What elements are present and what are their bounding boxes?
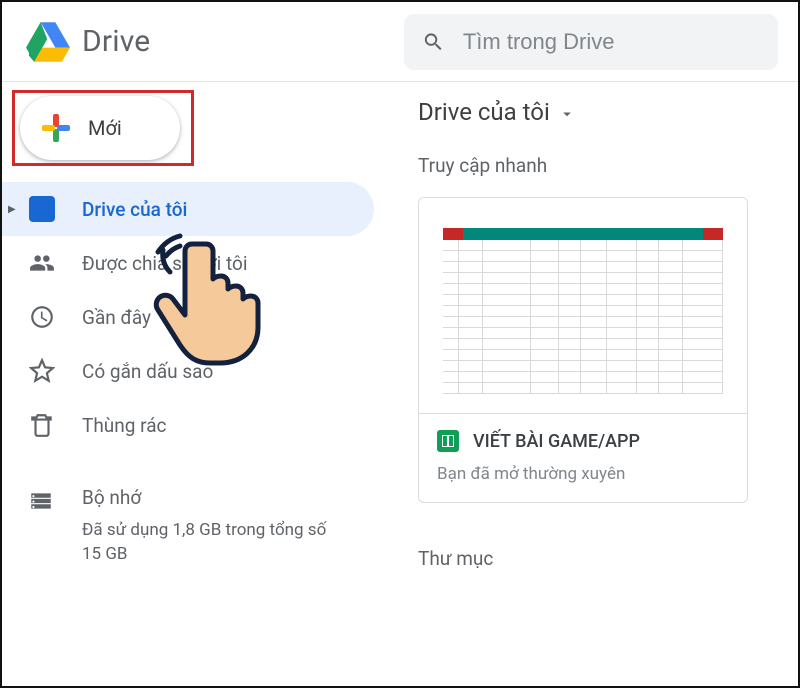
sidebar-item-storage[interactable]: Bộ nhớ Đã sử dụng 1,8 GB trong tổng số 1… bbox=[2, 486, 392, 567]
sidebar-item-recent[interactable]: Gần đây bbox=[2, 290, 374, 344]
breadcrumb-label: Drive của tôi bbox=[418, 98, 550, 126]
trash-icon bbox=[28, 411, 56, 439]
people-icon bbox=[28, 249, 56, 277]
storage-icon bbox=[28, 486, 56, 514]
card-preview bbox=[419, 198, 747, 414]
storage-usage-text: Đã sử dụng 1,8 GB trong tổng số 15 GB bbox=[82, 519, 342, 567]
quick-access-card[interactable]: VIẾT BÀI GAME/APP Bạn đã mở thường xuyên bbox=[418, 197, 748, 503]
sidebar: Mới ▶ Drive của tôi Được chia sẻ với tôi… bbox=[2, 82, 392, 686]
plus-icon bbox=[42, 114, 70, 142]
sidebar-item-trash[interactable]: Thùng rác bbox=[2, 398, 374, 452]
new-button-label: Mới bbox=[88, 116, 122, 140]
new-button[interactable]: Mới bbox=[20, 96, 180, 160]
drive-logo-icon bbox=[26, 20, 70, 64]
sheets-icon bbox=[437, 430, 459, 452]
sidebar-item-shared[interactable]: Được chia sẻ với tôi bbox=[2, 236, 374, 290]
logo-block[interactable]: Drive bbox=[26, 20, 386, 64]
sidebar-item-starred[interactable]: Có gắn dấu sao bbox=[2, 344, 374, 398]
sidebar-item-label: Gần đây bbox=[82, 306, 151, 329]
drive-icon bbox=[29, 196, 55, 222]
star-icon bbox=[28, 357, 56, 385]
sidebar-item-label: Được chia sẻ với tôi bbox=[82, 252, 247, 275]
sidebar-item-my-drive[interactable]: ▶ Drive của tôi bbox=[2, 182, 374, 236]
breadcrumb-my-drive[interactable]: Drive của tôi bbox=[418, 98, 798, 126]
main-content: Drive của tôi Truy cập nhanh VIẾT BÀI GA… bbox=[392, 82, 798, 686]
card-title: VIẾT BÀI GAME/APP bbox=[473, 431, 640, 452]
app-title: Drive bbox=[82, 24, 150, 59]
storage-label: Bộ nhớ bbox=[82, 486, 342, 509]
search-icon bbox=[422, 29, 445, 55]
search-input[interactable] bbox=[463, 29, 760, 55]
sidebar-item-label: Drive của tôi bbox=[82, 198, 187, 221]
header: Drive bbox=[2, 2, 798, 82]
chevron-right-icon: ▶ bbox=[8, 204, 16, 215]
quick-access-heading: Truy cập nhanh bbox=[418, 154, 798, 177]
clock-icon bbox=[28, 303, 56, 331]
chevron-down-icon bbox=[558, 105, 576, 123]
sidebar-item-label: Có gắn dấu sao bbox=[82, 360, 213, 383]
sidebar-item-label: Thùng rác bbox=[82, 414, 167, 437]
folders-heading: Thư mục bbox=[418, 547, 798, 570]
sidebar-nav: ▶ Drive của tôi Được chia sẻ với tôi Gần… bbox=[2, 182, 392, 452]
search-bar[interactable] bbox=[404, 14, 778, 70]
card-subtitle: Bạn đã mở thường xuyên bbox=[437, 464, 729, 484]
